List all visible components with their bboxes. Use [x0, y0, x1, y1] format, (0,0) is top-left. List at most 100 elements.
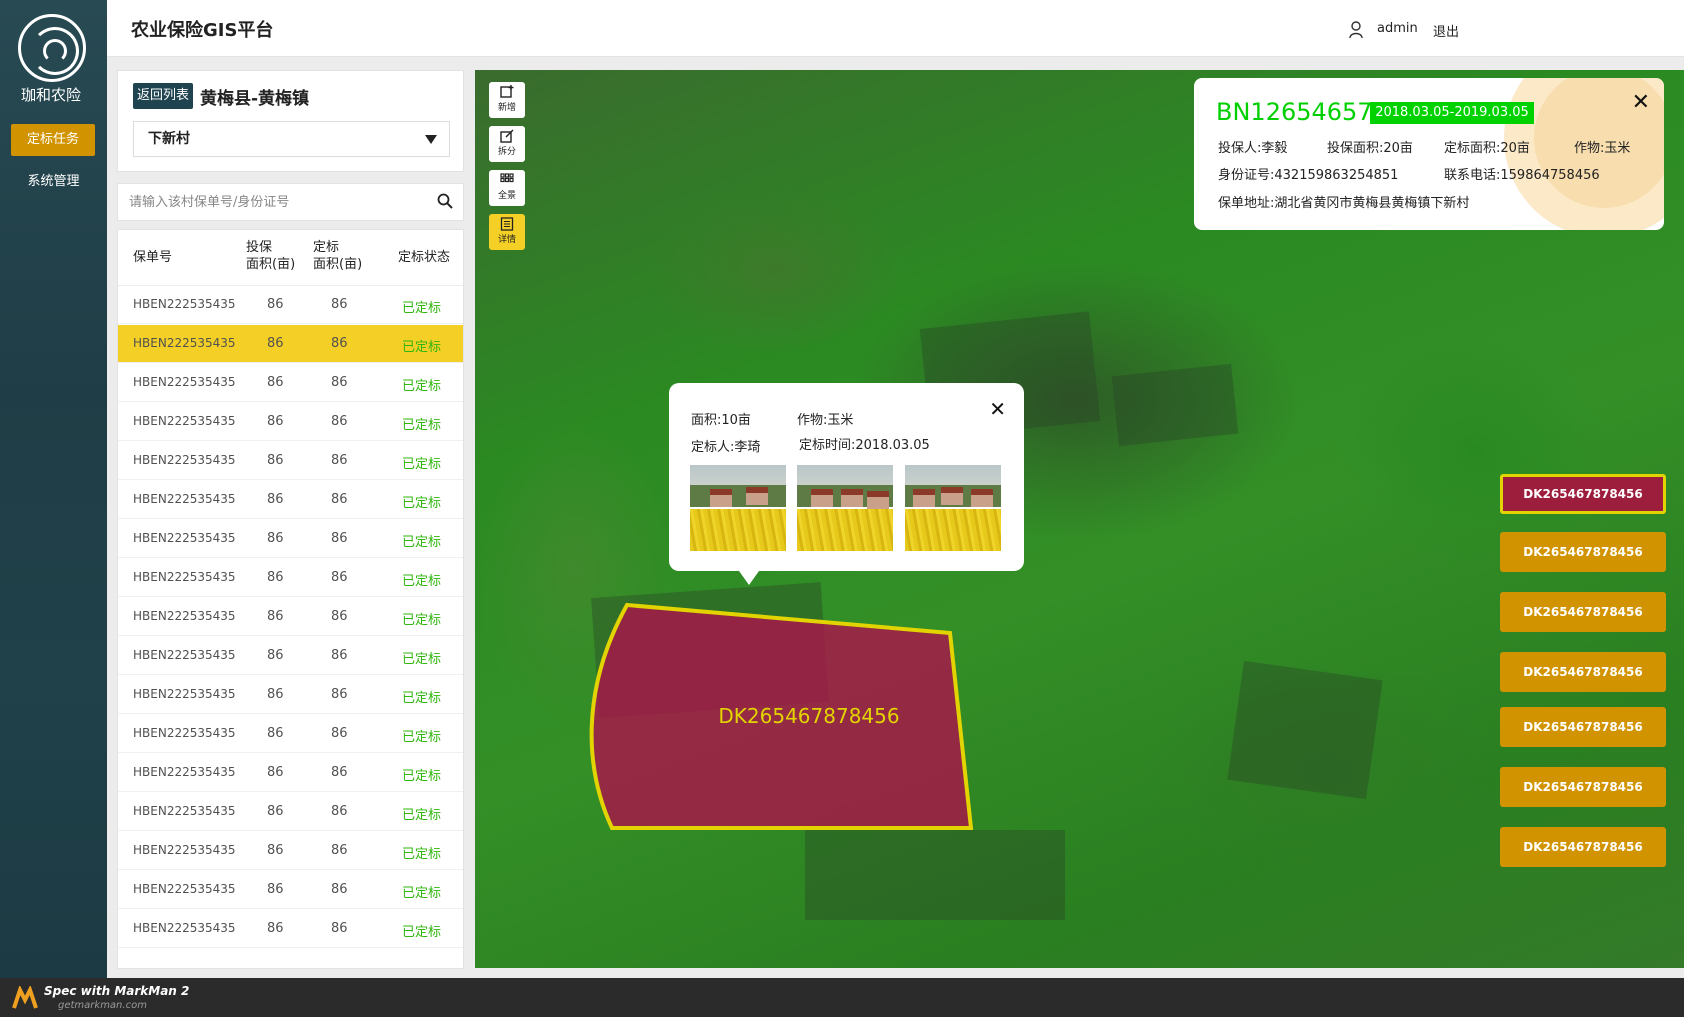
- insured-area-cell: 86: [267, 687, 284, 702]
- table-row[interactable]: HBEN222535435 86 86 已定标: [118, 910, 463, 948]
- insured-area-cell: 86: [267, 570, 284, 585]
- insured-area-cell: 86: [267, 531, 284, 546]
- plot-button[interactable]: DK265467878456: [1500, 652, 1666, 692]
- calibrated-area-cell: 86: [331, 687, 348, 702]
- markman-footer: Spec with MarkMan 2 getmarkman.com: [0, 978, 1684, 1017]
- back-to-list-button[interactable]: 返回列表: [133, 83, 193, 109]
- status-cell: 已定标: [402, 652, 442, 667]
- table-row[interactable]: HBEN222535435 86 86 已定标: [118, 676, 463, 714]
- policy-number-cell: HBEN222535435: [133, 609, 236, 623]
- table-row[interactable]: HBEN222535435 86 86 已定标: [118, 871, 463, 909]
- insured-area: 投保面积:20亩: [1327, 141, 1413, 156]
- parcel-popup: 面积:10亩 作物:玉米 定标人:李琦 定标时间:2018.03.05 ✕: [669, 383, 1024, 585]
- calibrated-area-cell: 86: [331, 843, 348, 858]
- insured-area-cell: 86: [267, 336, 284, 351]
- insured-area-cell: 86: [267, 414, 284, 429]
- policy-number-cell: HBEN222535435: [133, 570, 236, 584]
- calibrated-area-cell: 86: [331, 609, 348, 624]
- markman-title: Spec with MarkMan 2: [44, 984, 190, 998]
- table-row[interactable]: HBEN222535435 86 86 已定标: [118, 325, 463, 363]
- table-row[interactable]: HBEN222535435 86 86 已定标: [118, 286, 463, 324]
- policy-table: 保单号 投保 面积(亩) 定标 面积(亩) 定标状态 HBEN222535435…: [117, 229, 464, 969]
- plot-button[interactable]: DK265467878456: [1500, 707, 1666, 747]
- policy-number-cell: HBEN222535435: [133, 804, 236, 818]
- popup-surveyor: 定标人:李琦: [691, 440, 761, 455]
- parcel-photo[interactable]: [797, 465, 893, 551]
- table-row[interactable]: HBEN222535435 86 86 已定标: [118, 364, 463, 402]
- page-title: 农业保险GIS平台: [131, 20, 274, 41]
- insured-area-cell: 86: [267, 843, 284, 858]
- policy-number-cell: HBEN222535435: [133, 492, 236, 506]
- village-select[interactable]: 下新村: [133, 121, 450, 157]
- status-cell: 已定标: [402, 340, 442, 355]
- table-row[interactable]: HBEN222535435 86 86 已定标: [118, 481, 463, 519]
- table-row[interactable]: HBEN222535435 86 86 已定标: [118, 403, 463, 441]
- status-cell: 已定标: [402, 808, 442, 823]
- status-cell: 已定标: [402, 457, 442, 472]
- policy-number-cell: HBEN222535435: [133, 765, 236, 779]
- status-cell: 已定标: [402, 418, 442, 433]
- search-input[interactable]: [118, 184, 428, 220]
- popup-close-icon[interactable]: ✕: [989, 399, 1006, 419]
- nav-item-system-management[interactable]: 系统管理: [0, 170, 107, 189]
- insured-area-cell: 86: [267, 921, 284, 936]
- side-nav: 珈和农险 定标任务 系统管理: [0, 0, 107, 978]
- insured-area-cell: 86: [267, 648, 284, 663]
- parcel-photo[interactable]: [690, 465, 786, 551]
- policy-number-cell: HBEN222535435: [133, 921, 236, 935]
- table-row[interactable]: HBEN222535435 86 86 已定标: [118, 442, 463, 480]
- markman-logo-icon: [12, 986, 38, 1009]
- calibrated-area-cell: 86: [331, 726, 348, 741]
- table-row[interactable]: HBEN222535435 86 86 已定标: [118, 520, 463, 558]
- calibrated-area-cell: 86: [331, 765, 348, 780]
- user-icon: [1349, 21, 1363, 39]
- policy-number-cell: HBEN222535435: [133, 297, 236, 311]
- calibrated-area-cell: 86: [331, 297, 348, 312]
- calibrated-area-cell: 86: [331, 414, 348, 429]
- calibrated-area-cell: 86: [331, 882, 348, 897]
- table-row[interactable]: HBEN222535435 86 86 已定标: [118, 598, 463, 636]
- table-row[interactable]: HBEN222535435 86 86 已定标: [118, 559, 463, 597]
- calibrated-area-cell: 86: [331, 336, 348, 351]
- calibrated-area-cell: 86: [331, 453, 348, 468]
- status-cell: 已定标: [402, 886, 442, 901]
- nav-item-calibration-tasks[interactable]: 定标任务: [11, 124, 95, 156]
- parcel-photo[interactable]: [905, 465, 1001, 551]
- plot-button[interactable]: DK265467878456: [1500, 474, 1666, 514]
- calibrated-area-cell: 86: [331, 570, 348, 585]
- table-row[interactable]: HBEN222535435 86 86 已定标: [118, 754, 463, 792]
- policy-number-cell: HBEN222535435: [133, 648, 236, 662]
- status-cell: 已定标: [402, 613, 442, 628]
- phone-number: 联系电话:159864758456: [1444, 168, 1600, 183]
- policy-number-cell: HBEN222535435: [133, 726, 236, 740]
- caret-down-icon: [425, 135, 437, 144]
- calibrated-area-cell: 86: [331, 921, 348, 936]
- insured-area-cell: 86: [267, 492, 284, 507]
- col-header-calibrated-2: 面积(亩): [313, 257, 363, 272]
- id-number: 身份证号:432159863254851: [1218, 168, 1399, 183]
- policy-number-cell: HBEN222535435: [133, 687, 236, 701]
- plot-button[interactable]: DK265467878456: [1500, 592, 1666, 632]
- table-row[interactable]: HBEN222535435 86 86 已定标: [118, 832, 463, 870]
- info-close-icon[interactable]: ✕: [1632, 90, 1650, 115]
- policy-number-cell: HBEN222535435: [133, 453, 236, 467]
- status-cell: 已定标: [402, 925, 442, 940]
- plot-button[interactable]: DK265467878456: [1500, 827, 1666, 867]
- plot-button[interactable]: DK265467878456: [1500, 532, 1666, 572]
- brand-name: 珈和农险: [20, 86, 81, 104]
- status-cell: 已定标: [402, 730, 442, 745]
- status-cell: 已定标: [402, 496, 442, 511]
- user-name[interactable]: admin: [1377, 21, 1418, 36]
- popup-time: 定标时间:2018.03.05: [799, 438, 930, 453]
- col-header-insured-1: 投保: [246, 240, 273, 255]
- calibrated-area-cell: 86: [331, 648, 348, 663]
- col-header-status: 定标状态: [398, 250, 451, 265]
- logout-link[interactable]: 退出: [1433, 21, 1459, 40]
- table-row[interactable]: HBEN222535435 86 86 已定标: [118, 793, 463, 831]
- plot-button[interactable]: DK265467878456: [1500, 767, 1666, 807]
- table-row[interactable]: HBEN222535435 86 86 已定标: [118, 637, 463, 675]
- policy-number-cell: HBEN222535435: [133, 882, 236, 896]
- search-icon[interactable]: [437, 193, 453, 209]
- table-row[interactable]: HBEN222535435 86 86 已定标: [118, 715, 463, 753]
- policy-address: 保单地址:湖北省黄冈市黄梅县黄梅镇下新村: [1218, 196, 1470, 211]
